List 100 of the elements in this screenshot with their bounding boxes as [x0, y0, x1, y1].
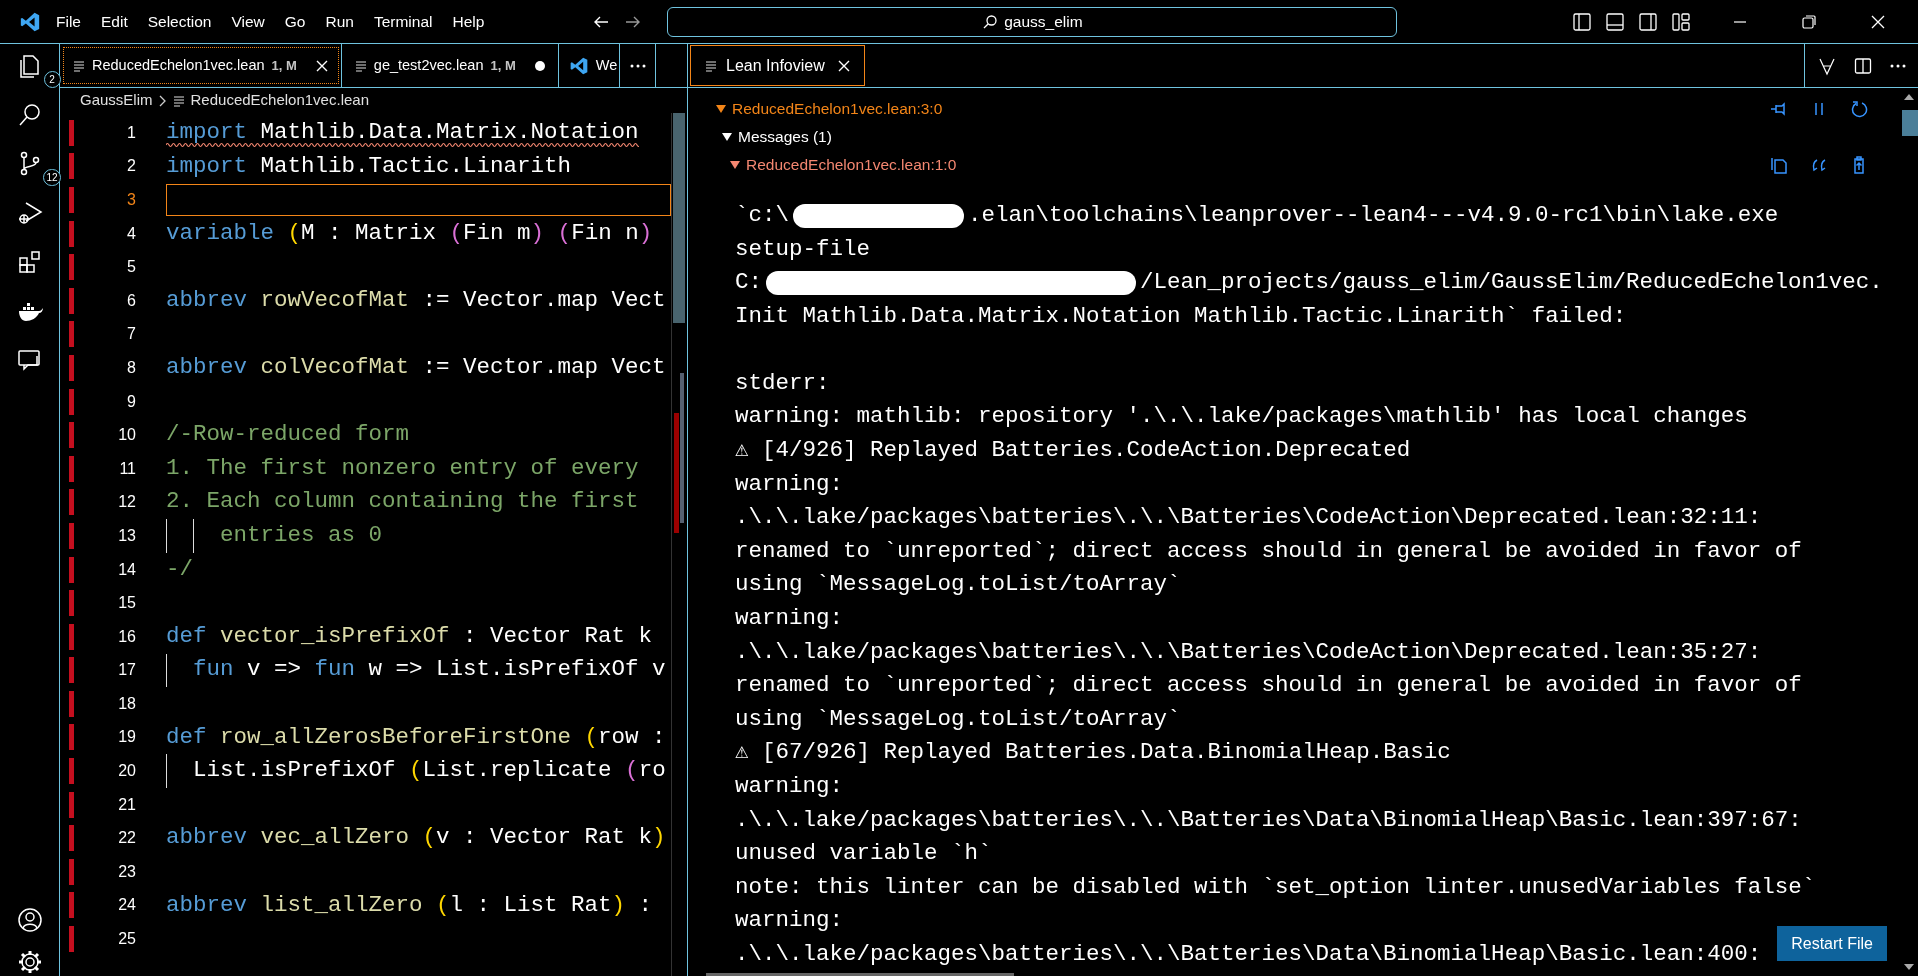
line-number: 1	[126, 122, 136, 143]
close-icon[interactable]	[1870, 13, 1886, 30]
change-marker	[69, 220, 74, 247]
menu-item[interactable]: Terminal	[363, 9, 443, 34]
message-text: warning:	[735, 772, 844, 801]
line-number: 7	[126, 324, 136, 345]
message-text: unused variable `h`	[735, 839, 992, 869]
change-marker	[69, 321, 74, 348]
restart-file-button[interactable]: Restart File	[1777, 926, 1887, 961]
tab-status: 1, M	[490, 56, 516, 75]
file-lines-icon	[73, 59, 85, 72]
panel-layout-icon[interactable]	[1605, 11, 1625, 32]
line-number: 8	[126, 357, 136, 378]
caret-down-icon[interactable]	[730, 160, 740, 170]
line-number: 21	[117, 794, 136, 815]
quote-icon[interactable]	[1810, 156, 1828, 174]
message-text: warning:	[735, 604, 844, 634]
line-number: 15	[117, 593, 136, 614]
line-number: 4	[126, 223, 136, 244]
sidebar-layout-icon[interactable]	[1572, 11, 1592, 32]
code-line: abbrev list_allZero (l : List Rat) :	[166, 890, 653, 920]
message-text: ⚠ [4/926] Replayed Batteries.CodeAction.Deprecated	[735, 436, 1411, 466]
tab-label: ge_test2vec.lean	[373, 55, 484, 75]
line-number: 16	[117, 626, 136, 647]
menu-item[interactable]: Run	[315, 9, 364, 34]
breadcrumb-item[interactable]: ReducedEchelon1vec.lean	[190, 89, 369, 112]
scroll-thumb[interactable]	[1902, 110, 1918, 136]
message-text: warning: mathlib: repository '.\.\.lake/packages\mathlib' has local changes	[735, 402, 1748, 432]
scroll-down-icon[interactable]	[1904, 964, 1914, 970]
code-line: abbrev rowVecofMat := Vector.map Vect	[166, 285, 666, 315]
message-text: .\.\.lake/packages\batteries\.\.\Batteries\Data\BinomialHeap\Basic.lean:400:	[735, 940, 1762, 969]
message-text: setup-file	[735, 234, 871, 264]
editor-scrollbar[interactable]	[671, 113, 687, 976]
file-lines-icon	[705, 59, 717, 72]
change-marker	[69, 254, 74, 281]
menu-item[interactable]: Go	[274, 9, 316, 34]
message-text: stderr:	[735, 368, 830, 398]
copy-to-comment-icon[interactable]	[1770, 156, 1788, 174]
messages-header[interactable]: Messages (1)	[738, 125, 832, 149]
editor-tab[interactable]: We	[558, 44, 621, 87]
code-line: abbrev colVecofMat := Vector.map Vect	[166, 353, 666, 383]
refresh-icon[interactable]	[1850, 100, 1868, 118]
change-marker	[69, 489, 74, 516]
more-icon[interactable]	[1889, 63, 1906, 68]
line-number: 3	[126, 190, 136, 210]
close-icon[interactable]	[315, 59, 328, 72]
infoview-tab[interactable]: Lean Infoview	[690, 45, 865, 86]
tab-status: 1, M	[271, 56, 297, 75]
tab-label: We	[595, 55, 618, 75]
change-marker	[69, 791, 74, 818]
pin-icon[interactable]	[1770, 100, 1788, 118]
line-number: 9	[126, 391, 136, 412]
code-line: import Mathlib.Tactic.Linarith	[166, 151, 572, 181]
close-icon[interactable]	[837, 59, 850, 72]
message-text: renamed to `unreported`; direct access should in general be avoided in favor of	[735, 671, 1802, 701]
unsaved-dot-icon[interactable]	[534, 60, 545, 71]
scroll-up-icon[interactable]	[1904, 94, 1914, 100]
line-number: 17	[117, 660, 136, 681]
line-number: 24	[117, 895, 136, 916]
editor-tab[interactable]: ReducedEchelon1vec.lean 1, M	[60, 44, 342, 87]
editor-tab[interactable]: ge_test2vec.lean 1, M	[341, 44, 559, 87]
file-lines-icon	[172, 94, 185, 107]
account-icon[interactable]	[15, 906, 44, 934]
message-text: warning:	[735, 469, 844, 499]
message-text: note: this linter can be disabled with `set_option linter.unusedVariables false`	[735, 872, 1816, 902]
more-icon[interactable]	[629, 63, 646, 68]
restore-icon[interactable]	[1801, 13, 1817, 30]
message-text: warning:	[735, 906, 844, 936]
message-text: Init Mathlib.Data.Matrix.Notation Mathlib.Tactic.Linarith` failed:	[735, 301, 1627, 331]
split-editor-icon[interactable]	[1853, 56, 1872, 75]
secondary-sidebar-icon[interactable]	[1638, 11, 1658, 32]
message-text: ⚠ [67/926] Replayed Batteries.Data.BinomialHeap.Basic	[735, 738, 1451, 768]
breadcrumb-item[interactable]: GaussElim	[80, 89, 153, 112]
line-number: 14	[117, 559, 136, 580]
search-field[interactable]: gauss_elim	[667, 6, 1398, 37]
customize-layout-icon[interactable]	[1671, 11, 1691, 32]
menu-item[interactable]: Edit	[91, 9, 138, 34]
change-marker	[69, 858, 74, 885]
menu-item[interactable]: File	[46, 9, 91, 34]
menu-item[interactable]: View	[221, 9, 275, 34]
horizontal-scrollbar[interactable]	[706, 973, 1014, 976]
code-line: def row_allZerosBeforeFirstOne (row :	[166, 722, 666, 752]
code-line: def vector_isPrefixOf : Vector Rat k	[166, 621, 653, 651]
message-text: using `MessageLog.toList/toArray`	[735, 570, 1181, 600]
menu-item[interactable]: Selection	[137, 9, 222, 34]
tab-label: ReducedEchelon1vec.lean	[92, 55, 265, 75]
change-marker	[69, 187, 74, 213]
menu-item[interactable]: Help	[442, 9, 495, 34]
message-location[interactable]: ReducedEchelon1vec.lean:1:0	[746, 153, 957, 177]
caret-down-icon[interactable]	[716, 104, 726, 114]
line-number: 19	[117, 727, 136, 748]
scroll-thumb[interactable]	[673, 113, 685, 323]
position-header[interactable]: ReducedEchelon1vec.lean:3:0	[732, 97, 943, 121]
code-line: -/	[166, 554, 193, 584]
tab-label: Lean Infoview	[726, 55, 825, 76]
message-text: using `MessageLog.toList/toArray`	[735, 704, 1181, 734]
line-number: 20	[117, 761, 136, 782]
change-marker	[69, 556, 74, 583]
caret-down-icon[interactable]	[722, 132, 732, 142]
change-marker	[69, 926, 74, 953]
